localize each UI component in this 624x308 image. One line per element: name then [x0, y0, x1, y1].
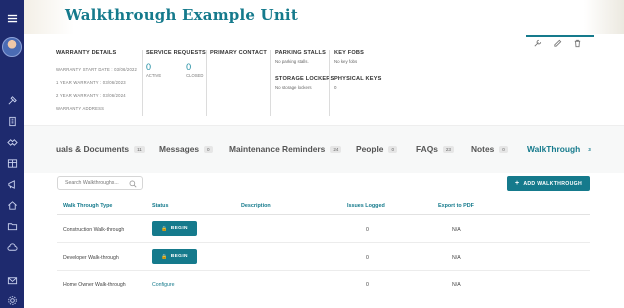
warranty-start: WARRANTY START DATE : 03/06/2022 — [56, 67, 138, 72]
warranty-heading: WARRANTY DETAILS — [56, 50, 117, 56]
warranty-address: WARRANTY ADDRESS — [56, 106, 105, 111]
tab-label: Maintenance Reminders — [229, 144, 326, 154]
search-input[interactable] — [65, 180, 127, 186]
mail-icon[interactable] — [4, 273, 20, 287]
home-icon[interactable] — [4, 198, 20, 212]
table-row: Home Owner Walk-through Configure 0 N/A — [57, 271, 590, 299]
settings-icon[interactable] — [4, 293, 20, 307]
parking-value: No parking stalls. — [275, 59, 309, 64]
building-icon[interactable] — [4, 114, 20, 128]
closed-label: CLOSED — [186, 73, 204, 78]
table-header: Walk Through Type Status Description Iss… — [57, 197, 590, 215]
page-title: Walkthrough Example Unit — [65, 6, 298, 24]
physical-keys-heading: PHYSICAL KEYS — [334, 76, 382, 82]
megaphone-icon[interactable] — [4, 177, 20, 191]
active-label: ACTIVE — [146, 73, 162, 78]
warranty-details: WARRANTY DETAILS WARRANTY START DATE : 0… — [56, 50, 140, 116]
primary-contact: PRIMARY CONTACT — [206, 50, 268, 116]
tab-label: Notes — [471, 144, 495, 154]
storage-value: No storage lockers — [275, 85, 312, 90]
key-fobs-value: No key fobs — [334, 59, 358, 64]
tab-notes[interactable]: Notes 0 — [471, 144, 508, 154]
lock-icon: 🔒 — [161, 253, 168, 260]
lock-icon: 🔒 — [161, 225, 168, 232]
hammer-icon[interactable] — [4, 93, 20, 107]
keys: KEY FOBS No key fobs PHYSICAL KEYS 0 — [329, 50, 382, 116]
begin-button[interactable]: 🔒 BEGIN — [152, 221, 197, 236]
tab-count-badge: 0 — [499, 145, 508, 153]
walkthrough-table: Walk Through Type Status Description Iss… — [57, 197, 590, 299]
parking-storage: PARKING STALLS No parking stalls. STORAG… — [270, 50, 335, 116]
key-fobs-heading: KEY FOBS — [334, 50, 365, 56]
begin-label: BEGIN — [170, 226, 188, 231]
export-pdf: N/A — [452, 227, 461, 233]
active-tab-indicator — [526, 35, 594, 37]
tab-walkthrough[interactable]: WalkThrough 3 — [527, 144, 594, 154]
walkthrough-type: Construction Walk-through — [63, 227, 125, 233]
user-avatar[interactable] — [2, 37, 22, 57]
tab-count-badge: 0 — [388, 145, 398, 153]
search-icon[interactable] — [129, 180, 137, 188]
walkthrough-type: Developer Walk-through — [63, 255, 119, 261]
unit-actions — [532, 38, 582, 48]
cloud-icon[interactable] — [4, 240, 20, 254]
issues-logged: 0 — [366, 227, 369, 233]
col-issues-logged[interactable]: Issues Logged — [347, 203, 385, 209]
col-description[interactable]: Description — [241, 203, 271, 209]
tab-bar: uals & Documents 11 Messages 0 Maintenan… — [24, 125, 624, 173]
walkthrough-type: Home Owner Walk-through — [63, 282, 126, 288]
tab-label: People — [356, 144, 384, 154]
tab-people[interactable]: People 0 — [356, 144, 398, 154]
issues-logged: 0 — [366, 282, 369, 288]
physical-keys-value: 0 — [334, 85, 337, 90]
tab-count-badge: 0 — [204, 145, 213, 153]
parking-heading: PARKING STALLS — [275, 50, 327, 56]
warranty-one-year: 1 YEAR WARRANTY : 03/06/2023 — [56, 80, 126, 85]
add-walkthrough-button[interactable]: + ADD WALKTHROUGH — [507, 176, 590, 191]
begin-label: BEGIN — [170, 254, 188, 259]
storage-heading: STORAGE LOCKERS — [275, 76, 335, 82]
tab-count-badge: 24 — [330, 145, 342, 153]
service-requests: SERVICE REQUESTS 0 ACTIVE 0 CLOSED — [142, 50, 206, 116]
search-box — [57, 176, 143, 190]
table-row: Developer Walk-through 🔒 BEGIN 0 N/A — [57, 243, 590, 271]
primary-contact-heading: PRIMARY CONTACT — [210, 50, 267, 56]
warranty-two-year: 2 YEAR WARRANTY : 03/06/2024 — [56, 93, 126, 98]
issues-logged: 0 — [366, 255, 369, 261]
table-icon[interactable] — [4, 156, 20, 170]
col-walkthrough-type[interactable]: Walk Through Type — [63, 203, 112, 209]
tab-count-badge: 11 — [134, 145, 145, 153]
tab-faqs[interactable]: FAQs 23 — [416, 144, 454, 154]
tab-messages[interactable]: Messages 0 — [159, 144, 213, 154]
sidebar — [0, 0, 24, 308]
tab-manuals-documents[interactable]: uals & Documents 11 — [56, 144, 145, 154]
plus-icon: + — [514, 180, 520, 187]
active-count[interactable]: 0 — [146, 62, 161, 72]
tab-label: uals & Documents — [56, 144, 130, 154]
tab-maintenance-reminders[interactable]: Maintenance Reminders 24 — [229, 144, 342, 154]
col-export-pdf[interactable]: Export to PDF — [438, 203, 474, 209]
configure-link[interactable]: Configure — [152, 282, 175, 288]
tab-label: WalkThrough — [527, 144, 581, 154]
edit-icon[interactable] — [552, 38, 562, 48]
handshake-icon[interactable] — [4, 135, 20, 149]
tab-label: Messages — [159, 144, 200, 154]
folder-icon[interactable] — [4, 219, 20, 233]
closed-count[interactable]: 0 — [186, 62, 203, 72]
begin-button[interactable]: 🔒 BEGIN — [152, 249, 197, 264]
wrench-icon[interactable] — [532, 38, 542, 48]
tab-count-badge: 23 — [442, 145, 454, 153]
table-row: Construction Walk-through 🔒 BEGIN 0 N/A — [57, 215, 590, 243]
export-pdf: N/A — [452, 282, 461, 288]
tab-count-badge: 3 — [588, 146, 591, 152]
trash-icon[interactable] — [572, 38, 582, 48]
header-decoration-right — [584, 0, 624, 34]
col-status[interactable]: Status — [152, 203, 168, 209]
menu-icon[interactable] — [4, 11, 20, 25]
add-walkthrough-label: ADD WALKTHROUGH — [523, 180, 583, 187]
export-pdf: N/A — [452, 255, 461, 261]
tab-label: FAQs — [416, 144, 438, 154]
